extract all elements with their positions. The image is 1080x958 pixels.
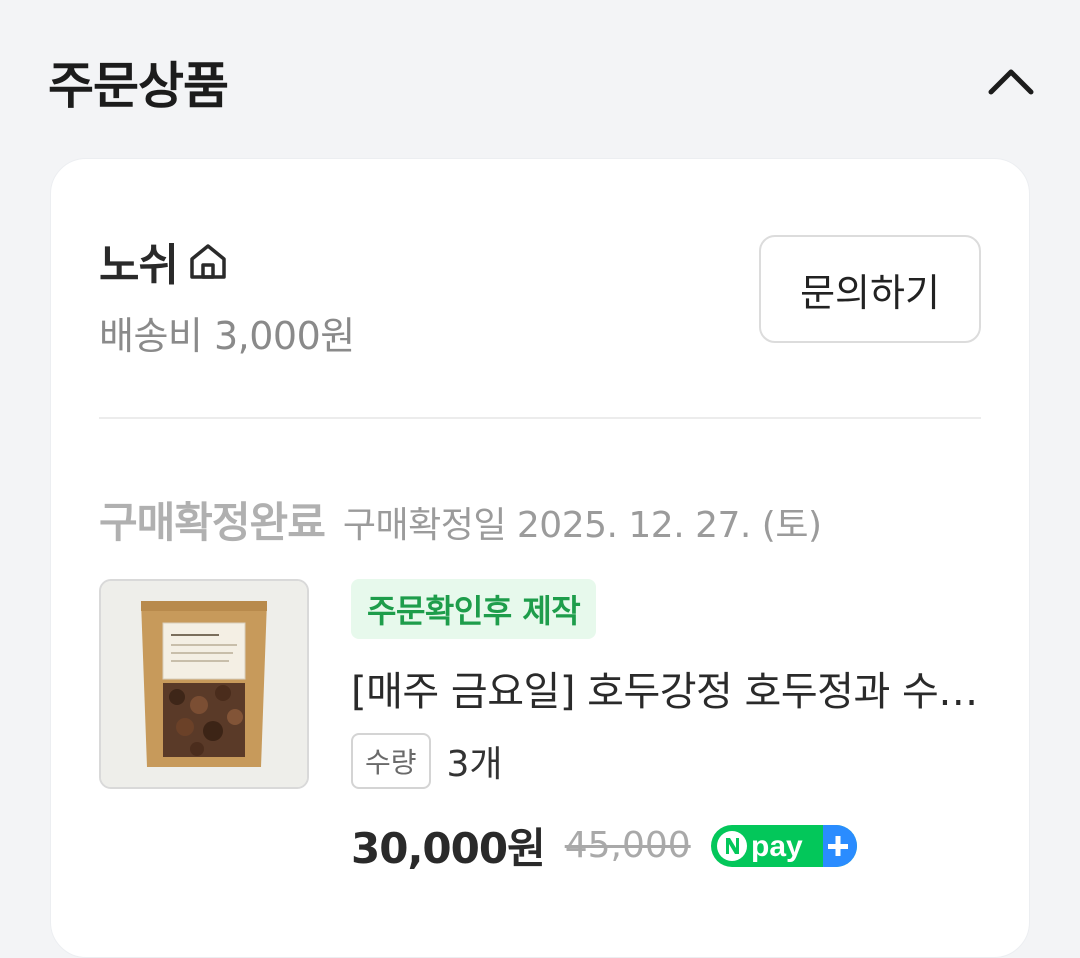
home-icon[interactable] xyxy=(186,239,230,283)
collapse-button[interactable] xyxy=(980,56,1042,106)
quantity-label: 수량 xyxy=(351,733,431,789)
seller-row[interactable]: 노쉬 xyxy=(99,229,230,293)
original-price: 45,000 xyxy=(564,825,691,866)
shipping-fee: 배송비 3,000원 xyxy=(99,314,355,358)
price-row: 30,000원 45,000 pay xyxy=(351,815,857,876)
product-name[interactable]: [매주 금요일] 호두강정 호두정과 수제 견과류 간식 xyxy=(351,659,981,717)
npay-plus-logo: pay xyxy=(710,824,857,867)
made-to-order-badge: 주문확인후 제작 xyxy=(351,579,597,639)
svg-text:pay: pay xyxy=(751,830,803,863)
divider xyxy=(99,417,981,419)
inquiry-button[interactable]: 문의하기 xyxy=(759,235,981,343)
order-card: 노쉬 배송비 3,000원 문의하기 구매확정완료 구매확정일 2025. 12… xyxy=(50,158,1030,958)
chevron-up-icon xyxy=(988,69,1034,95)
order-status-row: 구매확정완료 구매확정일 2025. 12. 27. (토) xyxy=(99,489,822,550)
sale-price: 30,000원 xyxy=(351,824,546,873)
order-status: 구매확정완료 xyxy=(99,498,326,547)
quantity-row: 수량 3개 xyxy=(351,733,503,789)
product-thumbnail[interactable] xyxy=(99,579,309,789)
confirm-date: 구매확정일 2025. 12. 27. (토) xyxy=(342,505,822,546)
seller-name[interactable]: 노쉬 xyxy=(99,229,179,293)
section-title: 주문상품 xyxy=(48,57,229,115)
order-products-header: 주문상품 xyxy=(0,0,1080,160)
quantity-value: 3개 xyxy=(446,744,503,785)
